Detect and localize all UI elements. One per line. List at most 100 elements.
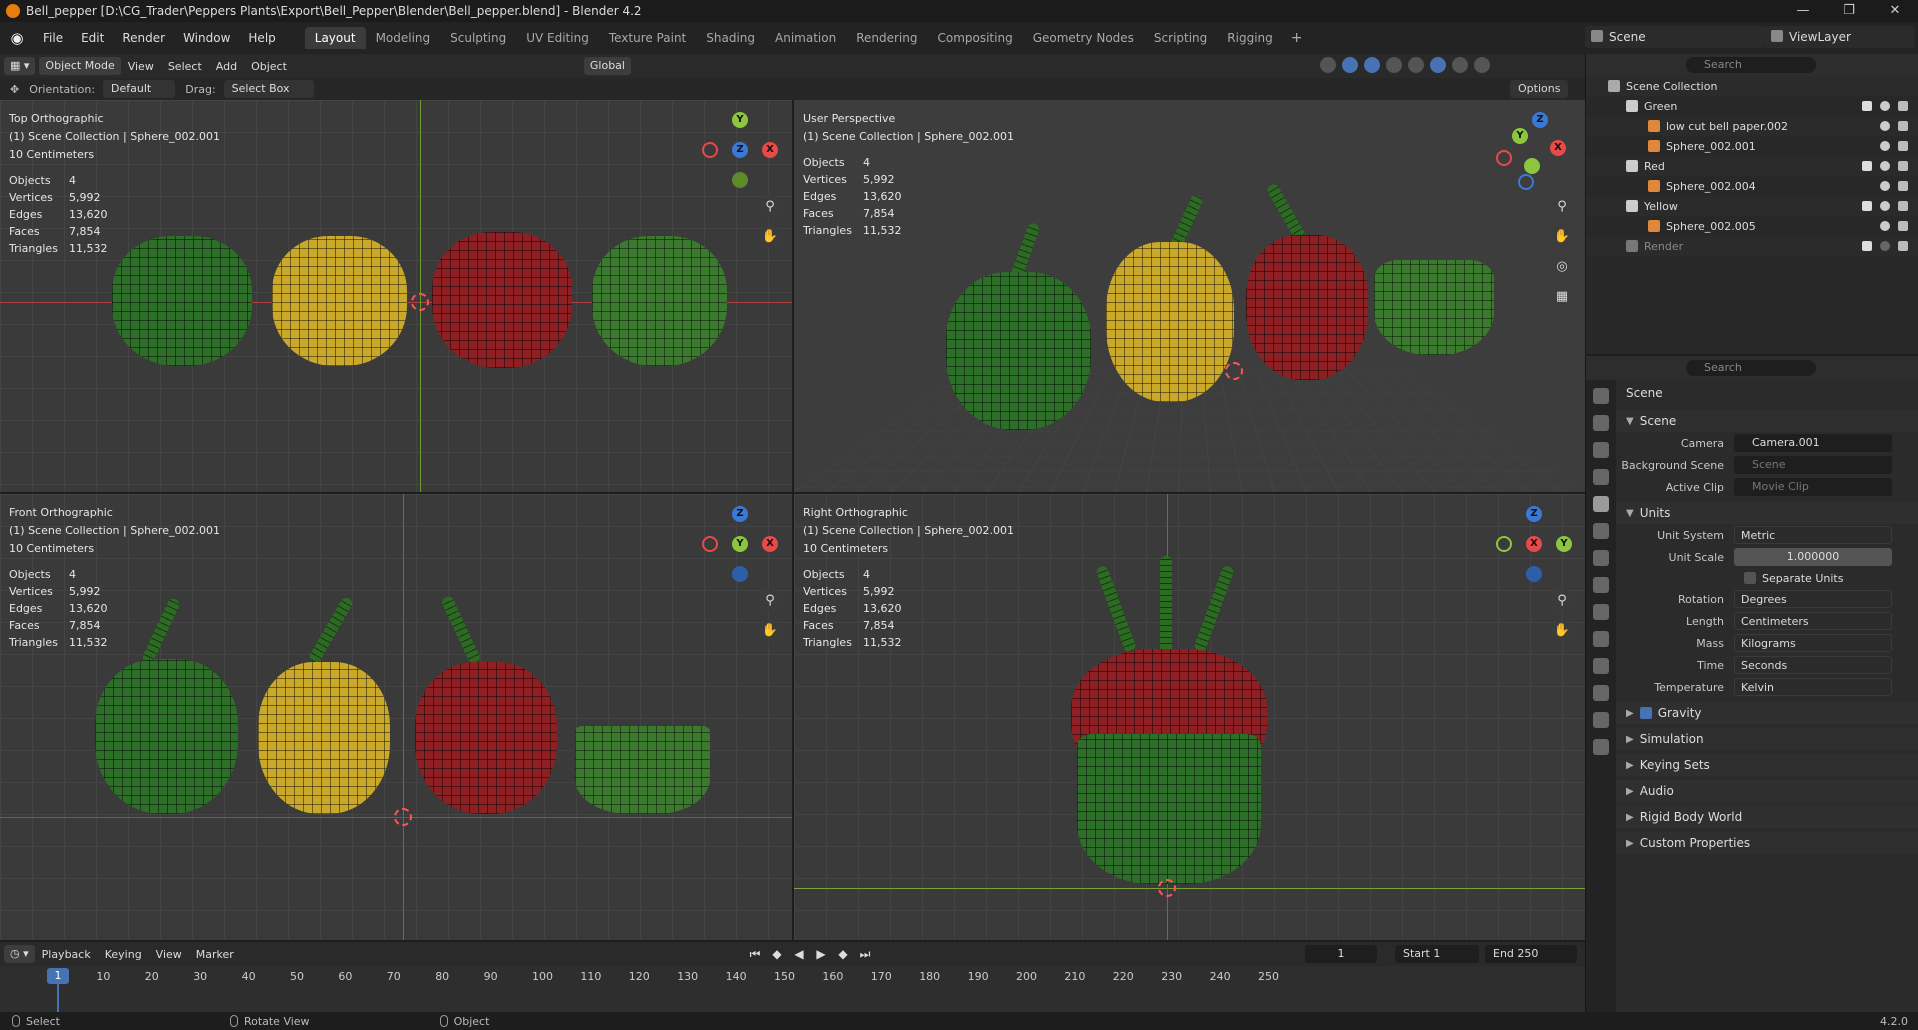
pan-hand-icon[interactable]: ✋ (758, 619, 782, 643)
eye-icon[interactable] (1880, 101, 1890, 111)
tab-sculpting[interactable]: Sculpting (440, 27, 516, 49)
start-frame-field[interactable]: Start 1 (1395, 945, 1479, 963)
eye-icon[interactable] (1880, 201, 1890, 211)
gizmo-x-axis[interactable]: X (1550, 140, 1566, 156)
outliner-item[interactable]: Sphere_002.004 (1586, 176, 1918, 196)
tab-modeling[interactable]: Modeling (366, 27, 441, 49)
rendered-shading-icon[interactable] (1474, 57, 1490, 73)
pepper-red-top[interactable] (432, 232, 572, 368)
gizmo-toggle-icon[interactable] (1342, 57, 1358, 73)
play-reverse-icon[interactable]: ◀ (789, 945, 809, 963)
transform-orientation-dropdown[interactable]: Global (583, 57, 631, 75)
gizmo-y-axis[interactable]: Y (732, 536, 748, 552)
tab-rendering[interactable]: Rendering (846, 27, 927, 49)
panel-units[interactable]: ▼ Units (1616, 502, 1918, 524)
maximize-button[interactable]: ❐ (1826, 0, 1872, 22)
eye-hidden-icon[interactable] (1880, 241, 1890, 251)
gizmo-neg-z[interactable] (1518, 174, 1534, 190)
3d-cursor[interactable] (1225, 362, 1243, 380)
editor-type-button[interactable]: ▦ ▾ (4, 57, 36, 75)
data-tab-icon[interactable] (1593, 685, 1609, 701)
gizmo-y-axis[interactable]: Y (1556, 536, 1572, 552)
menu-timeline-view[interactable]: View (149, 948, 189, 961)
unit-scale-field[interactable]: 1.000000 (1734, 548, 1892, 566)
panel-audio[interactable]: ▶ Audio (1616, 780, 1918, 802)
zoom-icon[interactable]: ⚲ (1550, 589, 1574, 613)
pepper-cut-persp[interactable] (1374, 260, 1494, 355)
jump-start-icon[interactable]: ⏮ (745, 945, 765, 963)
tab-animation[interactable]: Animation (765, 27, 846, 49)
exclude-checkbox[interactable] (1862, 101, 1872, 111)
zoom-icon[interactable]: ⚲ (758, 195, 782, 219)
navigation-gizmo[interactable]: Z Y X (1494, 110, 1574, 190)
exclude-checkbox[interactable] (1862, 201, 1872, 211)
temperature-dropdown[interactable]: Kelvin (1734, 678, 1892, 696)
camera-field[interactable]: Camera.001 (1734, 434, 1892, 452)
next-keyframe-icon[interactable]: ◆ (833, 945, 853, 963)
outliner-search[interactable]: Search (1686, 57, 1816, 73)
3d-cursor[interactable] (394, 808, 412, 826)
zoom-icon[interactable]: ⚲ (1550, 195, 1574, 219)
gravity-checkbox[interactable] (1639, 707, 1652, 719)
3d-cursor[interactable] (1158, 879, 1176, 897)
gizmo-y-axis[interactable]: Y (1512, 128, 1528, 144)
material-shading-icon[interactable] (1452, 57, 1468, 73)
viewport-right-ortho[interactable]: Right Orthographic (1) Scene Collection … (794, 494, 1585, 940)
viewport-front-ortho[interactable]: Front Orthographic (1) Scene Collection … (0, 494, 792, 940)
menu-edit[interactable]: Edit (72, 31, 113, 45)
panel-scene[interactable]: ▼ Scene (1616, 410, 1918, 432)
pepper-red-front[interactable] (415, 662, 557, 814)
menu-help[interactable]: Help (239, 31, 284, 45)
gizmo-z-axis[interactable]: Z (732, 142, 748, 158)
eye-icon[interactable] (1880, 161, 1890, 171)
move-tool-icon[interactable]: ✥ (10, 83, 19, 96)
tool-tab-icon[interactable] (1593, 388, 1609, 404)
options-button[interactable]: Options (1510, 80, 1569, 98)
gizmo-neg-x[interactable] (702, 142, 718, 158)
properties-search[interactable]: Search (1686, 360, 1816, 376)
pepper-cut-top[interactable] (592, 236, 727, 366)
pepper-green-front[interactable] (95, 659, 238, 814)
scene-selector[interactable]: Scene (1585, 26, 1765, 48)
rotation-dropdown[interactable]: Degrees (1734, 590, 1892, 608)
tab-shading[interactable]: Shading (696, 27, 765, 49)
exclude-checkbox[interactable] (1862, 161, 1872, 171)
blender-logo-icon[interactable]: ◉ (8, 29, 26, 47)
pepper-red-persp[interactable] (1246, 235, 1368, 380)
active-clip-field[interactable]: Movie Clip (1734, 478, 1892, 496)
gizmo-neg-z[interactable] (1526, 566, 1542, 582)
mode-dropdown[interactable]: Object Mode (39, 57, 121, 75)
panel-rigid-body-world[interactable]: ▶ Rigid Body World (1616, 806, 1918, 828)
solid-shading-icon[interactable] (1430, 57, 1446, 73)
outliner-item[interactable]: Yellow (1586, 196, 1918, 216)
tab-layout[interactable]: Layout (304, 27, 366, 49)
camera-icon[interactable] (1898, 241, 1908, 251)
pan-hand-icon[interactable]: ✋ (1550, 619, 1574, 643)
current-frame-marker[interactable]: 1 (47, 968, 69, 984)
separate-units-row[interactable]: Separate Units (1616, 568, 1918, 588)
render-tab-icon[interactable] (1593, 415, 1609, 431)
separate-units-checkbox[interactable] (1744, 572, 1756, 584)
pan-hand-icon[interactable]: ✋ (758, 225, 782, 249)
menu-file[interactable]: File (34, 31, 72, 45)
outliner-item[interactable]: Sphere_002.005 (1586, 216, 1918, 236)
menu-select[interactable]: Select (161, 60, 209, 73)
world-tab-icon[interactable] (1593, 523, 1609, 539)
eye-icon[interactable] (1880, 181, 1890, 191)
gizmo-neg-y[interactable] (732, 172, 748, 188)
view-layer-selector[interactable]: ViewLayer (1765, 26, 1915, 48)
gizmo-neg-x[interactable] (1496, 150, 1512, 166)
output-tab-icon[interactable] (1593, 442, 1609, 458)
outliner-item[interactable]: Sphere_002.001 (1586, 136, 1918, 156)
menu-object[interactable]: Object (244, 60, 294, 73)
panel-gravity[interactable]: ▶ Gravity (1616, 702, 1918, 724)
gizmo-x-axis[interactable]: X (762, 142, 778, 158)
camera-icon[interactable] (1898, 161, 1908, 171)
outliner-item[interactable]: low cut bell paper.002 (1586, 116, 1918, 136)
current-frame-field[interactable]: 1 (1305, 945, 1377, 963)
unit-system-dropdown[interactable]: Metric (1734, 526, 1892, 544)
view-layer-tab-icon[interactable] (1593, 469, 1609, 485)
overlay-toggle-icon[interactable] (1364, 57, 1380, 73)
constraints-tab-icon[interactable] (1593, 658, 1609, 674)
gizmo-neg-y[interactable] (1524, 158, 1540, 174)
